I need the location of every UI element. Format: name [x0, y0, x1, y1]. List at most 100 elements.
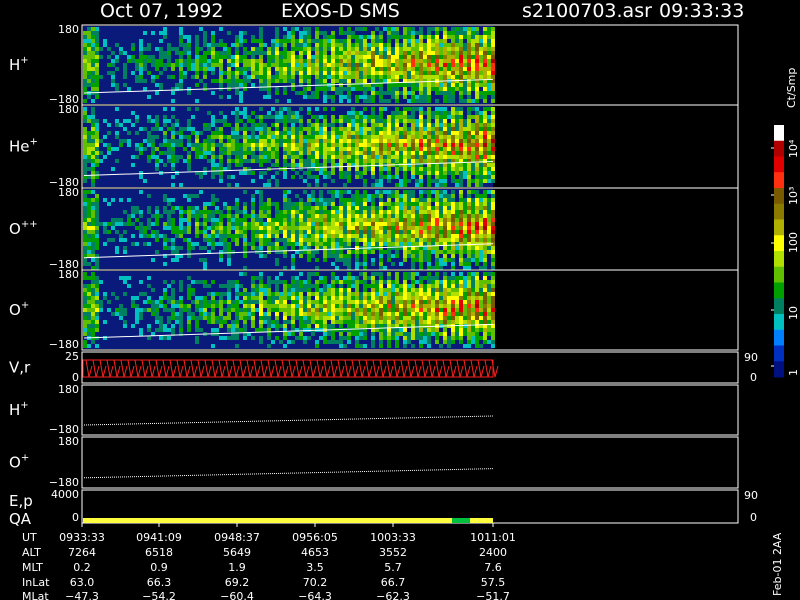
spectrogram-cell — [467, 198, 471, 202]
spectrogram-cell — [267, 179, 271, 183]
spectrogram-cell — [487, 47, 491, 51]
spectrogram-cell — [491, 119, 495, 123]
spectrogram-cell — [155, 210, 159, 214]
spectrogram-cell — [343, 55, 347, 59]
spectrogram-cell — [275, 139, 279, 143]
spectrogram-cell — [275, 43, 279, 47]
spectrogram-cell — [415, 210, 419, 214]
spectrogram-cell — [91, 226, 95, 230]
spectrogram-cell — [363, 280, 367, 284]
spectrogram-cell — [227, 55, 231, 59]
spectrogram-cell — [111, 59, 115, 63]
spectrogram-cell — [475, 75, 479, 79]
spectrogram-cell — [403, 206, 407, 210]
spectrogram-cell — [83, 135, 87, 139]
spectrogram-cell — [227, 300, 231, 304]
spectrogram-cell — [335, 266, 339, 270]
spectrogram-cell — [235, 222, 239, 226]
spectrogram-cell — [399, 210, 403, 214]
spectrogram-cell — [343, 304, 347, 308]
spectrogram-cell — [487, 250, 491, 254]
spectrogram-cell — [415, 214, 419, 218]
spectrogram-cell — [323, 206, 327, 210]
spectrogram-cell — [323, 35, 327, 39]
spectrogram-cell — [375, 280, 379, 284]
spectrogram-cell — [395, 63, 399, 67]
spectrogram-cell — [427, 159, 431, 163]
spectrogram-cell — [163, 115, 167, 119]
spectrogram-cell — [399, 83, 403, 87]
spectrogram-cell — [339, 198, 343, 202]
spectrogram-cell — [279, 324, 283, 328]
spectrogram-cell — [327, 35, 331, 39]
spectrogram-cell — [463, 250, 467, 254]
spectrogram-cell — [475, 155, 479, 159]
spectrogram-cell — [467, 190, 471, 194]
y-tick-top: 180 — [58, 186, 79, 199]
spectrogram-cell — [159, 71, 163, 75]
spectrogram-cell — [423, 139, 427, 143]
spectrogram-cell — [83, 87, 87, 91]
spectrogram-cell — [279, 272, 283, 276]
spectrogram-cell — [271, 115, 275, 119]
spectrogram-cell — [191, 143, 195, 147]
spectrogram-cell — [363, 179, 367, 183]
spectrogram-cell — [83, 238, 87, 242]
spectrogram-cell — [443, 155, 447, 159]
spectrogram-cell — [195, 83, 199, 87]
spectrogram-cell — [399, 143, 403, 147]
spectrogram-cell — [243, 190, 247, 194]
spectrogram-cell — [195, 59, 199, 63]
spectrogram-cell — [399, 214, 403, 218]
spectrogram-cell — [363, 222, 367, 226]
spectrogram-cell — [203, 202, 207, 206]
spectrogram-cell — [311, 332, 315, 336]
spectrogram-cell — [155, 119, 159, 123]
spectrogram-cell — [439, 63, 443, 67]
spectrogram-cell — [315, 222, 319, 226]
spectrogram-cell — [475, 163, 479, 167]
spectrogram-cell — [211, 163, 215, 167]
spectrogram-cell — [375, 71, 379, 75]
spectrogram-cell — [339, 312, 343, 316]
spectrogram-cell — [143, 230, 147, 234]
spectrogram-cell — [399, 292, 403, 296]
spectrogram-cell — [351, 226, 355, 230]
spectrogram-cell — [171, 280, 175, 284]
spectrogram-cell — [83, 151, 87, 155]
spectrogram-cell — [359, 214, 363, 218]
spectrogram-cell — [227, 336, 231, 340]
spectrogram-cell — [187, 127, 191, 131]
spectrogram-cell — [287, 234, 291, 238]
spectrogram-cell — [355, 190, 359, 194]
spectrogram-cell — [291, 27, 295, 31]
spectrogram-cell — [335, 43, 339, 47]
spectrogram-cell — [143, 59, 147, 63]
spectrogram-cell — [483, 175, 487, 179]
spectrogram-cell — [327, 159, 331, 163]
spectrogram-cell — [91, 258, 95, 262]
spectrogram-cell — [399, 135, 403, 139]
spectrogram-cell — [291, 87, 295, 91]
spectrogram-cell — [387, 131, 391, 135]
spectrogram-cell — [319, 242, 323, 246]
spectrogram-cell — [395, 340, 399, 344]
spectrogram-cell — [219, 316, 223, 320]
spectrogram-cell — [223, 316, 227, 320]
spectrogram-cell — [311, 320, 315, 324]
spectrogram-cell — [427, 262, 431, 266]
spectrogram-cell — [251, 75, 255, 79]
spectrogram-cell — [219, 39, 223, 43]
spectrogram-cell — [247, 67, 251, 71]
spectrogram-cell — [415, 55, 419, 59]
spectrogram-cell — [487, 155, 491, 159]
spectrogram-cell — [295, 47, 299, 51]
spectrogram-cell — [431, 127, 435, 131]
spectrogram-cell — [307, 67, 311, 71]
spectrogram-cell — [91, 272, 95, 276]
spectrogram-cell — [355, 250, 359, 254]
spectrogram-cell — [291, 175, 295, 179]
spectrogram-cell — [131, 234, 135, 238]
spectrogram-cell — [351, 31, 355, 35]
spectrogram-cell — [491, 71, 495, 75]
